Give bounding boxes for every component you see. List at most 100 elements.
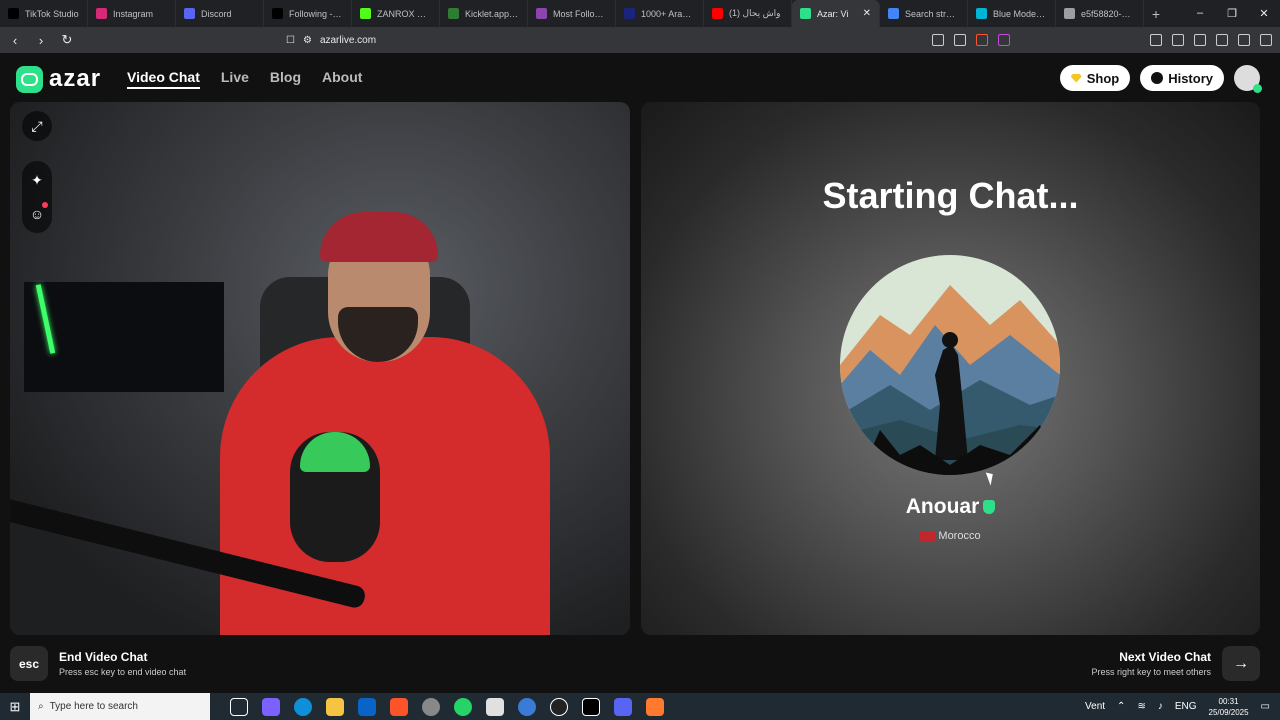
url-text[interactable]: azarlive.com [320, 35, 376, 46]
globe-app-icon[interactable] [518, 697, 536, 716]
video-side-tools: ⤢ ✦ ☺ [22, 111, 52, 233]
close-tab-icon[interactable]: ✕ [863, 8, 871, 19]
tab-favicon-icon [888, 8, 899, 19]
partner-video-pane: Starting Chat... Anouar Morocco [641, 102, 1260, 635]
menu-icon[interactable] [1260, 34, 1272, 46]
obs-icon[interactable] [550, 697, 568, 716]
partner-profile-picture [840, 255, 1060, 475]
sparkle-icon[interactable]: ✦ [22, 165, 52, 195]
tab-favicon-icon [360, 8, 371, 19]
cast-icon[interactable] [932, 34, 944, 46]
arrow-right-icon: → [1233, 654, 1249, 672]
tab-favicon-icon [712, 8, 723, 19]
face-filter-icon[interactable]: ☺ [22, 199, 52, 229]
bookmark-icon[interactable]: ☐ [286, 35, 295, 46]
end-chat-title: End Video Chat [59, 650, 148, 664]
browser-tab[interactable]: Instagram [88, 0, 176, 27]
nav-video-chat[interactable]: Video Chat [127, 69, 200, 89]
end-chat-button[interactable]: esc [10, 646, 48, 681]
brave-rewards-icon[interactable] [998, 34, 1010, 46]
nav-live[interactable]: Live [221, 69, 249, 89]
browser-tab[interactable]: Search straem [880, 0, 968, 27]
logo-text: azar [49, 65, 102, 92]
tab-title: 1000+ Arabic N [641, 8, 695, 19]
whatsapp-icon[interactable] [454, 697, 472, 716]
partner-country-text: Morocco [938, 530, 981, 542]
language-label[interactable]: ENG [1175, 701, 1197, 712]
sidebar-icon[interactable] [1172, 34, 1184, 46]
profile-avatar[interactable] [1234, 65, 1262, 93]
music-icon[interactable] [1150, 34, 1162, 46]
pinned-apps [230, 697, 664, 716]
brave-shield-icon[interactable] [976, 34, 988, 46]
browser-tab[interactable]: Azar: Vi ✕ [792, 0, 880, 27]
volume-icon[interactable]: ♪ [1158, 701, 1163, 712]
wallet-icon[interactable] [1194, 34, 1206, 46]
close-window-icon[interactable]: ✕ [1248, 7, 1280, 20]
browser-tab[interactable]: Blue Modern S [968, 0, 1056, 27]
partner-country: Morocco [641, 530, 1260, 542]
self-video-pane: ⤢ ✦ ☺ [10, 102, 630, 635]
wifi-icon[interactable]: ≋ [1137, 701, 1145, 712]
app-icon[interactable] [646, 697, 664, 716]
browser-tab[interactable]: e5f58820-9dfc [1056, 0, 1144, 27]
brave-icon[interactable] [390, 697, 408, 716]
forward-icon[interactable]: › [34, 33, 48, 48]
gem-icon [1070, 73, 1082, 83]
new-tab-button[interactable]: + [1144, 6, 1168, 22]
back-icon[interactable]: ‹ [8, 33, 22, 48]
tray-chevron-icon[interactable]: ⌃ [1117, 701, 1125, 712]
shop-button[interactable]: Shop [1059, 65, 1131, 91]
history-label: History [1168, 70, 1213, 86]
maximize-icon[interactable]: ❐ [1216, 7, 1248, 20]
tab-title: Search straem [905, 8, 959, 19]
windows-start-icon[interactable]: ⊞ [0, 699, 30, 715]
minimize-icon[interactable]: – [1184, 7, 1216, 20]
nav-blog[interactable]: Blog [270, 69, 301, 89]
history-button[interactable]: History [1140, 65, 1224, 91]
partner-name: Anouar [641, 495, 1260, 519]
capcut-icon[interactable] [582, 697, 600, 716]
copilot-icon[interactable] [262, 697, 280, 716]
browser-tab[interactable]: Discord [176, 0, 264, 27]
browser-tab[interactable]: TikTok Studio [0, 0, 88, 27]
browser-tab[interactable]: 1000+ Arabic N [616, 0, 704, 27]
notifications-icon[interactable]: ▭ [1261, 701, 1270, 712]
tab-favicon-icon [8, 8, 19, 19]
browser-tab[interactable]: Most Followed [528, 0, 616, 27]
browser-tab[interactable]: ZANROX Strea [352, 0, 440, 27]
azar-logo[interactable]: azar [16, 65, 101, 93]
tab-title: ZANROX Strea [377, 8, 431, 19]
file-explorer-icon[interactable] [326, 697, 344, 716]
next-chat-button[interactable]: → [1222, 646, 1260, 681]
nav-about[interactable]: About [322, 69, 362, 89]
expand-icon[interactable]: ⤢ [22, 111, 52, 141]
site-info-icon[interactable]: ⚙ [303, 35, 312, 46]
taskbar-clock[interactable]: 00:31 25/09/2025 [1209, 696, 1249, 718]
morocco-flag-icon [920, 531, 936, 542]
reload-icon[interactable]: ↻ [60, 32, 74, 48]
windows-taskbar: ⊞ ⌕ Type here to search Vent ⌃ ≋ ♪ ENG 0… [0, 693, 1280, 720]
browser-toolbar-right [932, 34, 1272, 46]
edge-icon[interactable] [294, 697, 312, 716]
notepad-icon[interactable] [486, 697, 504, 716]
tab-title: Blue Modern S [993, 8, 1047, 19]
browser-tab[interactable]: واش يحال (1) [704, 0, 792, 27]
tab-title: Discord [201, 8, 232, 19]
url-field[interactable]: ☐ ⚙ azarlive.com [286, 35, 376, 46]
tab-title: واش يحال (1) [729, 8, 781, 18]
vpn-icon[interactable] [1238, 34, 1250, 46]
browser-tab[interactable]: Kicklet.app - K [440, 0, 528, 27]
address-bar: ‹ › ↻ ☐ ⚙ azarlive.com [0, 27, 1280, 53]
weather-label[interactable]: Vent [1085, 701, 1105, 712]
leo-icon[interactable] [1216, 34, 1228, 46]
settings-icon[interactable] [422, 697, 440, 716]
tab-favicon-icon [184, 8, 195, 19]
browser-tab[interactable]: Following - We [264, 0, 352, 27]
window-controls: – ❐ ✕ [1184, 7, 1280, 20]
taskbar-search[interactable]: ⌕ Type here to search [30, 693, 210, 720]
share-icon[interactable] [954, 34, 966, 46]
task-view-icon[interactable] [230, 697, 248, 716]
outlook-icon[interactable] [358, 697, 376, 716]
discord-icon[interactable] [614, 697, 632, 716]
